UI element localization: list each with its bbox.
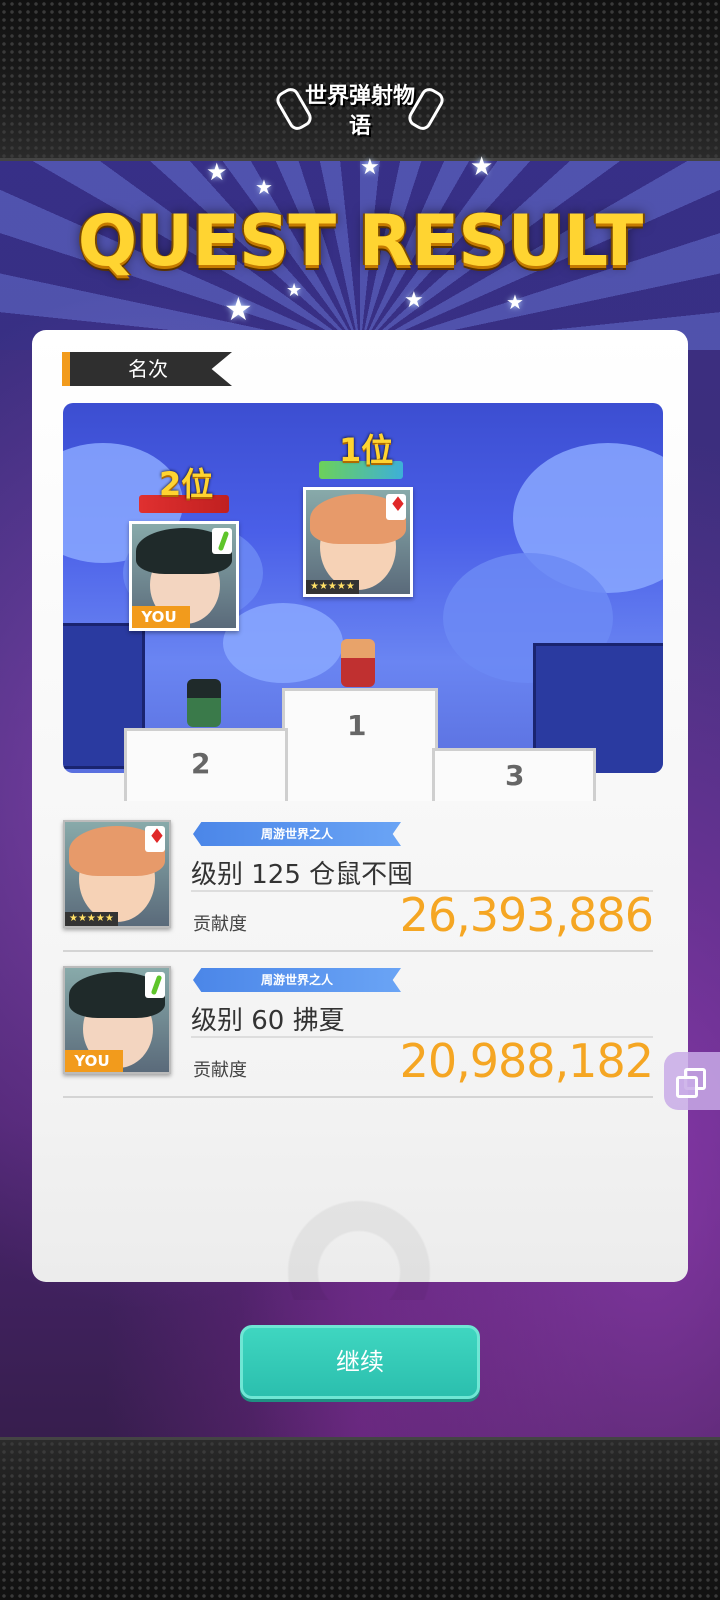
watermark-emblem [264, 1160, 454, 1300]
podium-step-2: 2 [124, 728, 288, 801]
contribution-value: 26,393,886 [399, 888, 654, 942]
star-icon: ★ [360, 155, 380, 180]
player-name: 级别 125 仓鼠不囤 [191, 860, 414, 890]
floating-window-button[interactable] [664, 1052, 720, 1110]
second-place-sprite [187, 679, 221, 727]
contribution-label: 贡献度 [193, 1060, 247, 1081]
second-place-portrait: YOU [129, 521, 239, 631]
title-banner: 周游世界之人 [193, 822, 401, 846]
rarity-stars: ★★★★★ [65, 912, 118, 926]
step-number: 2 [191, 747, 211, 780]
page-title: QUEST RESULT [77, 200, 643, 282]
result-card: 名次 1位 ★★★★★ 2位 YOU 1 2 [32, 330, 688, 1300]
you-tag: YOU [65, 1050, 123, 1072]
result-row[interactable]: ★★★★★ 周游世界之人 级别 125 仓鼠不囤 贡献度 26,393,886 [63, 820, 654, 952]
cloud [223, 603, 343, 683]
leaf-icon [212, 528, 232, 554]
star-icon: ★ [206, 158, 228, 186]
leaf-icon [145, 972, 165, 998]
window-icon [676, 1076, 698, 1098]
second-place-label: 2位 [159, 465, 214, 503]
you-tag: YOU [132, 606, 190, 628]
first-place-portrait: ★★★★★ [303, 487, 413, 597]
podium-step-3: 3 [432, 748, 596, 801]
diamond-icon [145, 824, 166, 852]
bottom-bar [0, 1437, 720, 1600]
contribution-value: 20,988,182 [399, 1034, 654, 1088]
star-icon: ★ [224, 290, 253, 328]
title-banner: 周游世界之人 [193, 968, 401, 992]
player-portrait: YOU [63, 966, 171, 1074]
star-icon: ★ [255, 175, 273, 199]
top-bar: 世界弹射物语 [0, 0, 720, 161]
contribution-label: 贡献度 [193, 914, 247, 935]
rarity-stars: ★★★★★ [306, 580, 359, 594]
game-logo: 世界弹射物语 [273, 78, 447, 144]
star-icon: ★ [506, 290, 524, 314]
diamond-icon [386, 492, 407, 520]
step-number: 3 [505, 759, 525, 792]
step-number: 1 [347, 709, 367, 742]
star-icon: ★ [470, 152, 494, 182]
result-row[interactable]: YOU 周游世界之人 级别 60 拂夏 贡献度 20,988,182 [63, 966, 654, 1098]
player-name: 级别 60 拂夏 [191, 1006, 345, 1036]
star-icon: ★ [286, 280, 303, 301]
first-place-label: 1位 [339, 431, 394, 469]
continue-button[interactable]: 继续 [240, 1325, 480, 1399]
first-place-sprite [341, 639, 375, 687]
star-icon: ★ [404, 288, 424, 313]
section-label: 名次 [62, 352, 232, 386]
podium-step-1: 1 [282, 688, 438, 801]
player-portrait: ★★★★★ [63, 820, 171, 928]
